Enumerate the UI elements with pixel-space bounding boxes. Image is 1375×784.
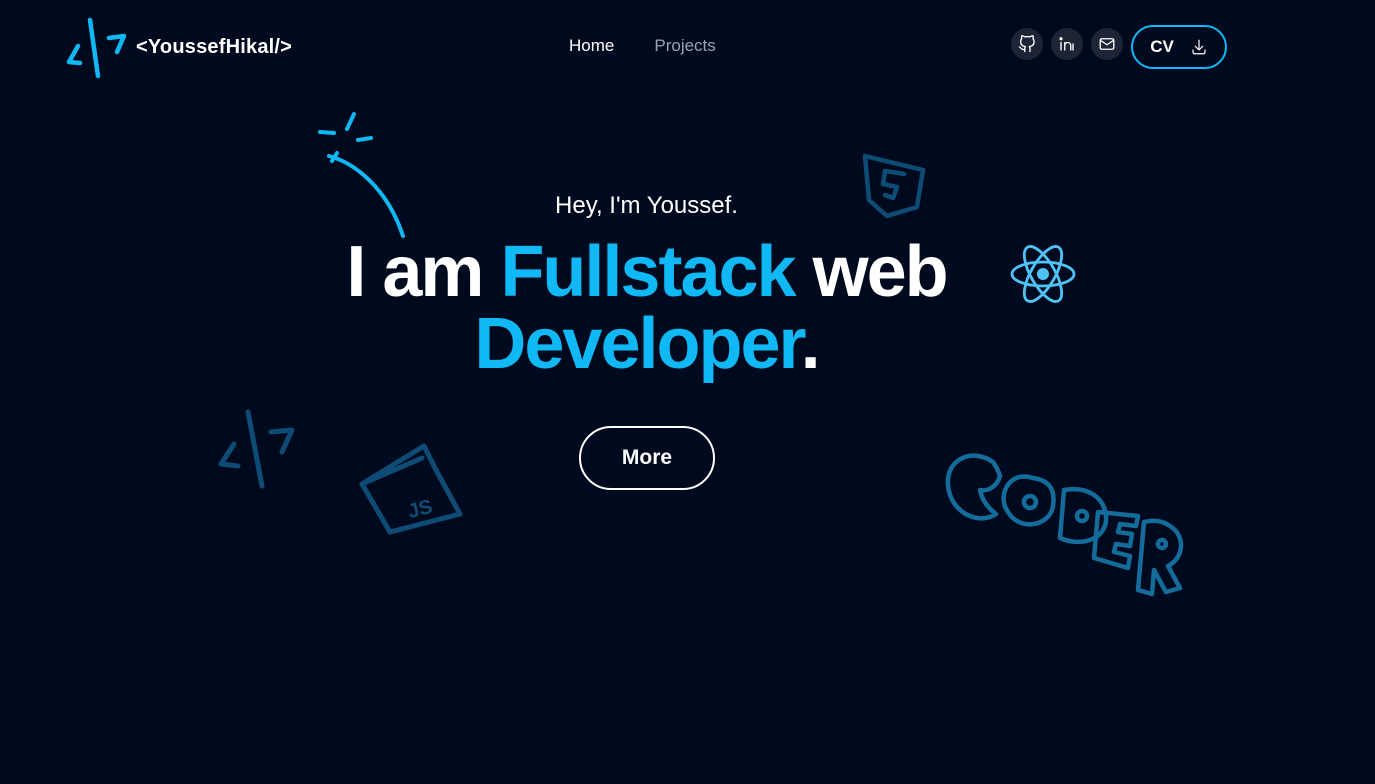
code-slash-logo-icon bbox=[66, 17, 127, 79]
download-icon bbox=[1192, 39, 1206, 55]
cv-download-button[interactable]: CV bbox=[1131, 25, 1227, 69]
page: <YoussefHikal/> Home Projects CV Hey, I'… bbox=[0, 0, 1375, 784]
js-doodle-icon: JS bbox=[359, 443, 463, 535]
headline-period: . bbox=[800, 304, 821, 384]
github-icon bbox=[1018, 35, 1035, 53]
linkedin-icon bbox=[1059, 37, 1074, 51]
mail-icon bbox=[1099, 38, 1115, 50]
headline-part2: web bbox=[794, 232, 949, 312]
headline-accent-developer: Developer bbox=[474, 304, 802, 384]
social-links bbox=[1011, 28, 1123, 60]
linkedin-button[interactable] bbox=[1051, 28, 1083, 60]
cv-label: CV bbox=[1150, 37, 1174, 56]
hero-greeting: Hey, I'm Youssef. bbox=[555, 192, 738, 219]
sparkle-doodle bbox=[318, 112, 405, 238]
nav-projects-link[interactable]: Projects bbox=[654, 36, 715, 56]
svg-text:JS: JS bbox=[406, 496, 435, 523]
nav-home-link[interactable]: Home bbox=[569, 36, 614, 56]
brand-name: <YoussefHikal/> bbox=[136, 35, 293, 58]
hero-headline: I am Fullstack web Developer. bbox=[0, 236, 1293, 380]
coder-text-doodle bbox=[945, 453, 1184, 597]
headline-part1: I am bbox=[346, 232, 501, 312]
more-button[interactable]: More bbox=[579, 426, 715, 490]
github-button[interactable] bbox=[1011, 28, 1043, 60]
mail-button[interactable] bbox=[1091, 28, 1123, 60]
code-slash-doodle-icon bbox=[218, 409, 295, 489]
headline-line2: Developer. bbox=[0, 308, 1293, 380]
logo[interactable]: <YoussefHikal/> bbox=[66, 16, 292, 80]
headline-accent-fullstack: Fullstack bbox=[500, 232, 796, 312]
main-nav: Home Projects bbox=[569, 36, 716, 56]
more-label: More bbox=[621, 446, 673, 469]
